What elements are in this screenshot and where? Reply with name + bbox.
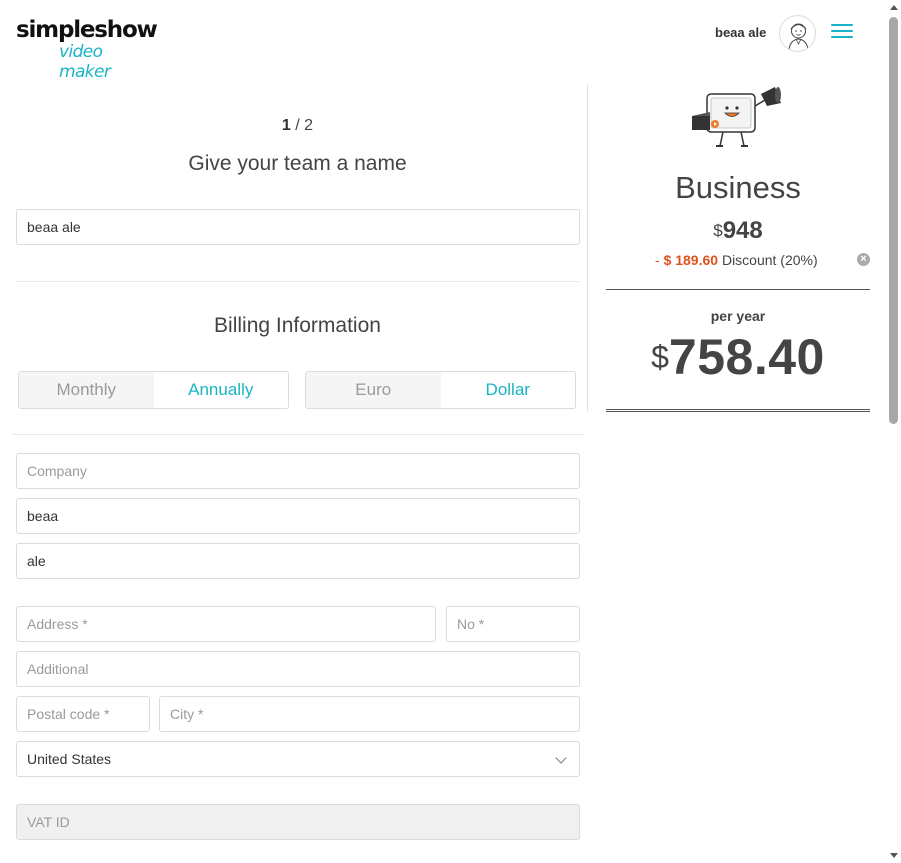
total-price-value: 758.40: [668, 329, 825, 385]
last-name-input[interactable]: ale: [16, 543, 580, 579]
divider: [16, 281, 580, 282]
discount-line: - $ 189.60 Discount (20%): [655, 252, 818, 268]
house-number-input[interactable]: No *: [446, 606, 580, 642]
hamburger-menu-icon[interactable]: [831, 24, 853, 42]
discount-label: Discount (20%): [718, 252, 818, 268]
annually-option[interactable]: Annually: [153, 372, 288, 408]
total-price-currency: $: [651, 339, 669, 375]
scrollbar-thumb[interactable]: [889, 17, 898, 424]
total-price: $758.40: [606, 328, 870, 386]
video-mascot-megaphone-icon: [692, 87, 781, 147]
first-name-input[interactable]: beaa: [16, 498, 580, 534]
postal-code-input[interactable]: Postal code *: [16, 696, 150, 732]
team-name-input[interactable]: beaa ale: [16, 209, 580, 245]
monthly-option[interactable]: Monthly: [19, 372, 154, 408]
remove-discount-close-icon[interactable]: ×: [857, 253, 870, 266]
currency-toggle: Euro Dollar: [305, 371, 576, 409]
step-indicator: 1 / 2: [16, 117, 579, 135]
page-scrollbar[interactable]: [886, 0, 901, 863]
base-price-value: 948: [722, 217, 763, 244]
plan-name: Business: [675, 170, 801, 205]
vat-id-input[interactable]: VAT ID: [16, 804, 580, 840]
billing-information-title: Billing Information: [214, 314, 381, 337]
country-select-value: United States: [27, 751, 112, 767]
chevron-down-icon: [555, 752, 567, 764]
summary-divider: [606, 289, 870, 290]
base-price: $948: [606, 217, 870, 245]
user-avatar[interactable]: [779, 15, 816, 52]
step-current: 1: [281, 117, 291, 134]
billing-period-label: per year: [710, 308, 766, 324]
base-price-currency: $: [713, 221, 723, 240]
discount-minus: -: [655, 252, 664, 268]
additional-address-input[interactable]: Additional: [16, 651, 580, 687]
avatar-icon: [788, 23, 809, 51]
simpleshow-logo[interactable]: simpleshow video maker: [16, 16, 158, 82]
logo-text-top: simpleshow: [16, 17, 158, 43]
billing-period-toggle: Monthly Annually: [18, 371, 289, 409]
country-select[interactable]: United States: [16, 741, 580, 777]
dollar-option[interactable]: Dollar: [440, 372, 575, 408]
user-name[interactable]: beaa ale: [715, 25, 766, 40]
panel-separator: [587, 84, 588, 411]
company-input[interactable]: Company: [16, 453, 580, 489]
team-name-title: Give your team a name: [188, 152, 407, 175]
euro-option[interactable]: Euro: [306, 372, 441, 408]
scroll-down-arrow-icon[interactable]: [890, 853, 898, 858]
step-total: / 2: [290, 117, 314, 134]
divider: [12, 434, 584, 435]
scroll-up-arrow-icon[interactable]: [890, 5, 898, 10]
address-input[interactable]: Address *: [16, 606, 436, 642]
logo-text-bottom: video maker: [59, 42, 111, 82]
city-input[interactable]: City *: [159, 696, 580, 732]
summary-double-divider: [606, 409, 870, 412]
discount-amount: $ 189.60: [663, 252, 719, 268]
